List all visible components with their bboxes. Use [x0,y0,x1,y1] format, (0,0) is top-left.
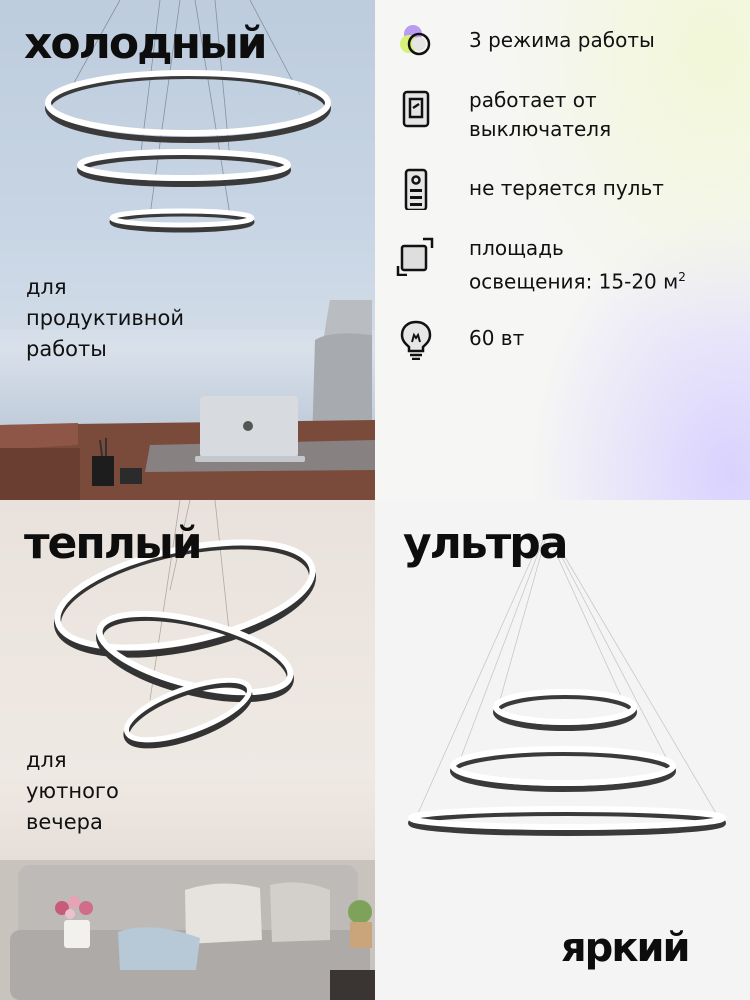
cold-mode-title: холодный [24,18,268,69]
warm-caption-line: вечера [26,810,103,834]
warm-mode-title: теплый [24,518,203,569]
feature-wall-switch: работает от выключателя [395,86,611,144]
feature-modes: 3 режима работы [395,20,655,62]
feature-text: освещения: 15-20 м [469,269,679,294]
remote-control-icon [404,168,428,210]
cold-caption-line: продуктивной [26,306,185,330]
feature-area-line: освещения: 15-20 м2 [469,263,686,297]
ultra-mode-subtitle: яркий [561,925,691,971]
feature-text: работает от [469,88,597,112]
modes-icon [400,25,431,56]
cold-caption-line: работы [26,337,107,361]
office-chandelier-image [0,0,375,500]
cold-mode-caption: для продуктивной работы [26,272,184,365]
warm-caption-line: для [26,748,67,772]
chandelier-rings [408,689,726,836]
feature-text: 3 режима работы [469,28,655,52]
feature-text: выключателя [469,117,612,141]
warm-mode-panel: теплый для уютного вечера [0,500,375,1000]
feature-area: площадь освещения: 15-20 м2 [395,234,686,297]
warm-caption-line: уютного [26,779,119,803]
ultra-mode-title: ультра [403,518,568,569]
feature-text: не теряется пульт [469,176,664,200]
feature-text: 60 вт [469,326,525,350]
warm-mode-caption: для уютного вечера [26,745,119,838]
feature-power: 60 вт [395,318,524,360]
cold-mode-panel: холодный для продуктивной работы [0,0,375,500]
wall-switch-icon [402,90,430,128]
ultra-mode-panel: ультра яркий [375,500,750,1000]
features-panel: 3 режима работы работает от выключателя … [375,0,750,500]
cold-caption-line: для [26,275,67,299]
feature-text: площадь [469,236,564,260]
feature-remote: не теряется пульт [395,168,664,210]
lightbulb-icon [400,320,432,360]
area-icon [396,237,434,276]
area-unit-exponent: 2 [678,270,686,284]
